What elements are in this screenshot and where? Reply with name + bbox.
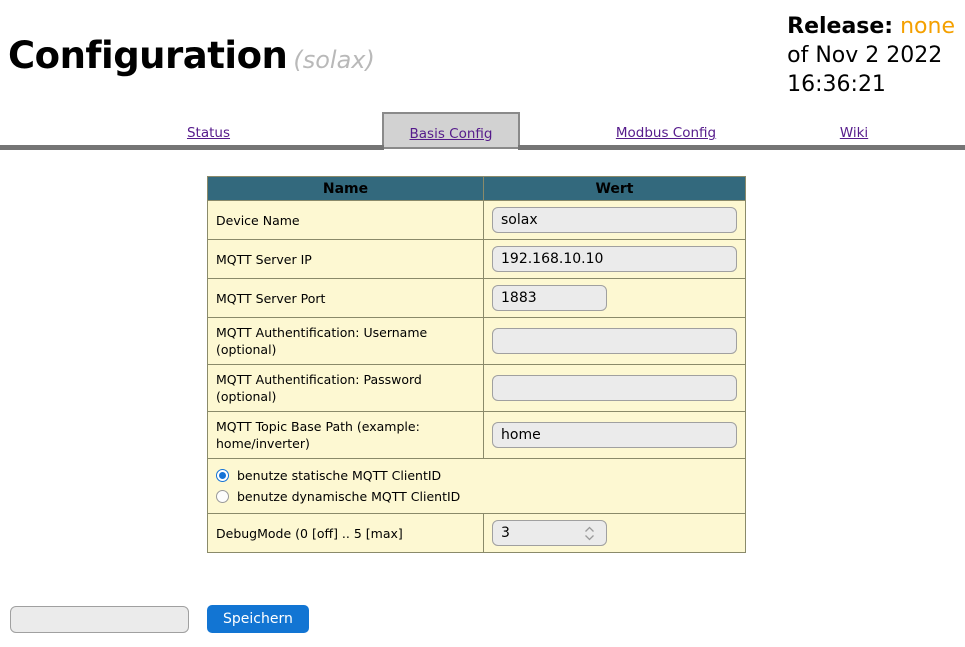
stepper-arrows-icon[interactable] bbox=[584, 524, 595, 543]
row-label-mqtt-server-ip: MQTT Server IP bbox=[207, 239, 484, 279]
release-line: Release: none bbox=[787, 12, 955, 41]
config-table-wrapper: Name Wert Device Name MQTT Server IP MQT… bbox=[207, 176, 746, 553]
radio-static-label: benutze statische MQTT ClientID bbox=[237, 468, 442, 483]
row-value-mqtt-password bbox=[483, 364, 746, 412]
row-value-mqtt-server-port bbox=[483, 278, 746, 318]
table-row: MQTT Topic Base Path (example: home/inve… bbox=[207, 411, 746, 459]
tab-wiki-link[interactable]: Wiki bbox=[840, 125, 868, 145]
radio-dynamic-label: benutze dynamische MQTT ClientID bbox=[237, 489, 461, 504]
config-table: Name Wert Device Name MQTT Server IP MQT… bbox=[207, 176, 746, 553]
mqtt-server-ip-input[interactable] bbox=[492, 246, 737, 272]
page-title-text: Configuration bbox=[8, 34, 288, 77]
tab-basis-config-link[interactable]: Basis Config bbox=[410, 126, 493, 147]
row-value-debugmode bbox=[483, 513, 746, 553]
tab-modbus-config-link[interactable]: Modbus Config bbox=[616, 125, 716, 145]
mqtt-password-input[interactable] bbox=[492, 375, 737, 401]
radio-dynamic-icon[interactable] bbox=[216, 490, 229, 503]
page-header: Configuration (solax) Release: none of No… bbox=[0, 0, 965, 112]
row-value-mqtt-topic-base-path bbox=[483, 411, 746, 459]
tab-bar: Status Basis Config Modbus Config Wiki bbox=[0, 112, 965, 150]
row-label-mqtt-server-port: MQTT Server Port bbox=[207, 278, 484, 318]
tab-spacer-2 bbox=[519, 113, 594, 150]
table-row: Device Name bbox=[207, 200, 746, 240]
release-time: 16:36:21 bbox=[787, 72, 886, 97]
row-value-device-name bbox=[483, 200, 746, 240]
tab-status[interactable]: Status bbox=[109, 113, 308, 150]
table-row: MQTT Authentification: Username (optiona… bbox=[207, 317, 746, 365]
mqtt-username-input[interactable] bbox=[492, 328, 737, 354]
mqtt-server-port-input[interactable] bbox=[492, 285, 607, 311]
release-value: none bbox=[900, 14, 955, 39]
device-name-label: (solax) bbox=[293, 46, 375, 74]
row-value-mqtt-username bbox=[483, 317, 746, 365]
tab-wiki[interactable]: Wiki bbox=[797, 113, 911, 150]
radio-option-dynamic[interactable]: benutze dynamische MQTT ClientID bbox=[216, 486, 737, 507]
row-label-mqtt-password: MQTT Authentification: Password (optiona… bbox=[207, 364, 484, 412]
release-info: Release: none of Nov 2 2022 16:36:21 bbox=[787, 12, 955, 99]
tab-basis-config[interactable]: Basis Config bbox=[382, 112, 520, 149]
column-header-value: Wert bbox=[483, 176, 746, 201]
table-row-clientid: benutze statische MQTT ClientID benutze … bbox=[207, 458, 746, 514]
release-date: of Nov 2 2022 bbox=[787, 43, 943, 68]
mqtt-topic-base-path-input[interactable] bbox=[492, 422, 737, 448]
row-label-debugmode: DebugMode (0 [off] .. 5 [max] bbox=[207, 513, 484, 553]
table-row: MQTT Server IP bbox=[207, 239, 746, 279]
tab-spacer-right bbox=[911, 113, 965, 150]
page-title: Configuration (solax) bbox=[8, 34, 375, 77]
tab-spacer-left bbox=[0, 113, 109, 150]
device-name-input[interactable] bbox=[492, 207, 737, 233]
footer-actions: Speichern bbox=[10, 605, 309, 633]
row-label-mqtt-topic-base-path: MQTT Topic Base Path (example: home/inve… bbox=[207, 411, 484, 459]
row-label-mqtt-username: MQTT Authentification: Username (optiona… bbox=[207, 317, 484, 365]
table-row: MQTT Server Port bbox=[207, 278, 746, 318]
row-value-mqtt-server-ip bbox=[483, 239, 746, 279]
clientid-radio-group: benutze statische MQTT ClientID benutze … bbox=[207, 458, 746, 514]
tab-modbus-config[interactable]: Modbus Config bbox=[594, 113, 738, 150]
release-label: Release: bbox=[787, 14, 894, 39]
tab-spacer-3 bbox=[738, 113, 797, 150]
radio-static-icon[interactable] bbox=[216, 469, 229, 482]
footer-text-input[interactable] bbox=[10, 605, 189, 633]
table-row: DebugMode (0 [off] .. 5 [max] bbox=[207, 513, 746, 553]
table-row: MQTT Authentification: Password (optiona… bbox=[207, 364, 746, 412]
column-header-name: Name bbox=[207, 176, 484, 201]
tab-spacer-1 bbox=[308, 113, 383, 150]
tab-status-link[interactable]: Status bbox=[187, 125, 230, 145]
table-header-row: Name Wert bbox=[207, 176, 746, 201]
radio-option-static[interactable]: benutze statische MQTT ClientID bbox=[216, 465, 737, 486]
row-label-device-name: Device Name bbox=[207, 200, 484, 240]
save-button[interactable]: Speichern bbox=[207, 605, 309, 633]
